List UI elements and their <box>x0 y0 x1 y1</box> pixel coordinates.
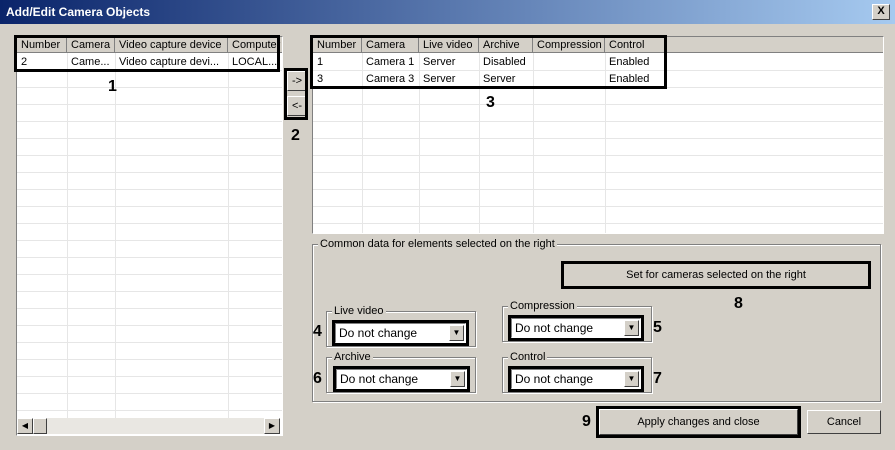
cancel-button[interactable]: Cancel <box>807 410 881 434</box>
right-cell-control: Enabled <box>609 73 650 85</box>
right-cell-compression <box>533 71 605 87</box>
callout-2: 2 <box>291 127 300 144</box>
right-cell-control: Enabled <box>609 56 650 68</box>
callout-5: 5 <box>653 319 662 336</box>
live-video-value: Do not change <box>339 326 418 340</box>
right-cell-live-video: Server <box>423 73 456 85</box>
left-col-device[interactable]: Video capture device <box>115 37 228 53</box>
compression-label: Compression <box>508 300 577 312</box>
apply-and-close-button[interactable]: Apply changes and close <box>599 409 798 435</box>
chevron-down-icon[interactable]: ▼ <box>624 371 639 387</box>
right-col-camera[interactable]: Camera <box>362 37 419 53</box>
common-data-label: Common data for elements selected on the… <box>318 238 557 250</box>
right-col-filler <box>667 37 883 53</box>
chevron-down-icon[interactable]: ▼ <box>450 371 465 387</box>
add-to-selected-button[interactable]: -> <box>287 71 307 91</box>
right-col-compression[interactable]: Compression <box>533 37 605 53</box>
control-select[interactable]: Do not change ▼ <box>511 369 641 389</box>
scroll-thumb[interactable] <box>33 418 47 434</box>
callout-4: 4 <box>313 323 322 340</box>
right-col-live-video[interactable]: Live video <box>419 37 479 53</box>
callout-8: 8 <box>734 295 743 312</box>
callout-6: 6 <box>313 370 322 387</box>
selected-cameras-grid[interactable]: Number Camera Live video Archive Compres… <box>312 36 884 234</box>
scroll-left-icon[interactable]: ◀ <box>17 418 33 434</box>
right-col-control[interactable]: Control <box>605 37 667 53</box>
right-cell-compression <box>533 54 605 70</box>
live-video-label: Live video <box>332 305 386 317</box>
callout-7: 7 <box>653 370 662 387</box>
right-col-archive[interactable]: Archive <box>479 37 533 53</box>
callout-3: 3 <box>486 94 495 111</box>
right-cell-camera: Camera 1 <box>366 56 415 68</box>
chevron-down-icon[interactable]: ▼ <box>449 325 464 341</box>
right-cell-live-video: Server <box>423 56 456 68</box>
compression-select[interactable]: Do not change ▼ <box>511 318 641 338</box>
archive-value: Do not change <box>340 372 419 386</box>
close-button[interactable]: X <box>872 4 890 20</box>
right-cell-number: 3 <box>317 73 324 85</box>
right-cell-archive: Disabled <box>483 56 526 68</box>
left-cell-number: 2 <box>21 56 28 68</box>
set-for-selected-button[interactable]: Set for cameras selected on the right <box>563 263 869 287</box>
available-cameras-grid[interactable]: Number Camera Video capture device Compu… <box>16 36 283 436</box>
left-grid-hscrollbar[interactable]: ◀ ▶ <box>17 418 280 434</box>
right-col-number[interactable]: Number <box>313 37 362 53</box>
archive-label: Archive <box>332 351 373 363</box>
window-title: Add/Edit Camera Objects <box>6 5 151 19</box>
live-video-select[interactable]: Do not change ▼ <box>335 323 466 343</box>
archive-select[interactable]: Do not change ▼ <box>336 369 467 389</box>
scroll-right-icon[interactable]: ▶ <box>264 418 280 434</box>
right-cell-number: 1 <box>317 56 324 68</box>
left-col-computer[interactable]: Computer <box>228 37 282 53</box>
callout-1: 1 <box>108 78 117 95</box>
callout-9: 9 <box>582 413 591 430</box>
left-cell-camera: Came... <box>71 56 110 68</box>
right-cell-camera: Camera 3 <box>366 73 415 85</box>
left-cell-device: Video capture devi... <box>119 56 220 68</box>
remove-from-selected-button[interactable]: <- <box>287 96 307 116</box>
control-label: Control <box>508 351 548 363</box>
right-cell-archive: Server <box>483 73 516 85</box>
compression-value: Do not change <box>515 321 594 335</box>
left-cell-computer: LOCAL... <box>232 56 278 68</box>
left-col-number[interactable]: Number <box>17 37 67 53</box>
chevron-down-icon[interactable]: ▼ <box>624 320 639 336</box>
control-value: Do not change <box>515 372 594 386</box>
left-col-camera[interactable]: Camera <box>67 37 115 53</box>
